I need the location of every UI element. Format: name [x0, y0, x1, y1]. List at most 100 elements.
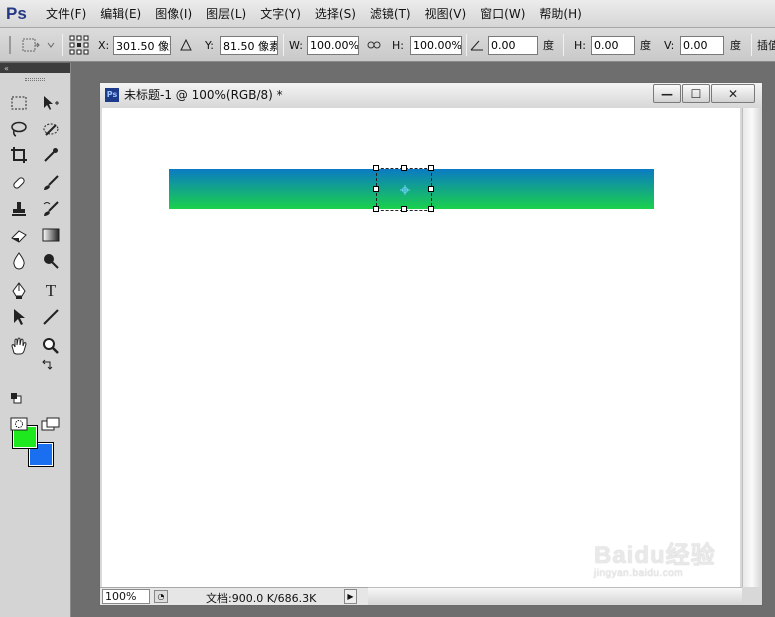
horizontal-skew-label: H: [574, 38, 586, 52]
menu-filter[interactable]: 滤镜(T) [370, 5, 411, 22]
menu-file[interactable]: 文件(F) [46, 5, 86, 22]
separator [62, 34, 63, 56]
baidu-watermark: Baidu经验 jingyan.baidu.com [594, 535, 716, 579]
menu-edit[interactable]: 编辑(E) [100, 5, 141, 22]
close-button[interactable]: ✕ [711, 84, 755, 103]
separator [751, 34, 752, 56]
separator [283, 34, 284, 56]
y-position-field[interactable]: 81.50 像素 [220, 36, 278, 55]
spot-healing-tool[interactable] [8, 172, 30, 194]
transform-handle-right[interactable] [428, 186, 434, 192]
transform-handle-bottom-right[interactable] [428, 206, 434, 212]
menu-select[interactable]: 选择(S) [315, 5, 356, 22]
toolbox-grip[interactable] [0, 73, 70, 85]
clone-stamp-tool[interactable] [8, 198, 30, 220]
minimize-button[interactable]: — [653, 84, 681, 103]
horizontal-skew-field[interactable]: 0.00 [591, 36, 635, 55]
link-aspect-button[interactable] [367, 28, 381, 62]
zoom-level-field[interactable]: 100% [102, 589, 150, 604]
type-t-icon: T [45, 281, 57, 300]
zoom-tool[interactable] [40, 335, 62, 357]
status-menu-icon[interactable]: ◔ [154, 590, 168, 603]
move-tool[interactable] [40, 92, 62, 114]
horizontal-scrollbar[interactable] [368, 587, 742, 604]
swap-arrows-icon [42, 359, 53, 370]
pen-tool[interactable] [8, 280, 30, 302]
separator [466, 34, 467, 56]
menu-layer[interactable]: 图层(L) [206, 5, 246, 22]
transform-handle-bottom[interactable] [401, 206, 407, 212]
line-icon [43, 309, 59, 325]
reference-point-grid-icon [69, 35, 89, 55]
hand-icon [11, 337, 27, 355]
droplet-icon [13, 252, 25, 270]
vertical-skew-field[interactable]: 0.00 [680, 36, 724, 55]
swap-colors-button[interactable] [40, 358, 54, 372]
grip-handle[interactable] [8, 28, 12, 62]
line-tool[interactable] [40, 306, 62, 328]
default-colors-button[interactable] [9, 391, 23, 405]
vertical-skew-label: V: [664, 38, 675, 52]
rectangular-marquee-tool[interactable] [8, 92, 30, 114]
lasso-tool[interactable] [8, 118, 30, 140]
type-tool[interactable]: T [40, 280, 62, 302]
y-label: Y: [205, 38, 214, 52]
transform-handle-bottom-left[interactable] [373, 206, 379, 212]
maximize-button[interactable]: ☐ [682, 84, 710, 103]
rotate-angle-field[interactable]: 0.00 [488, 36, 538, 55]
eyedropper-icon [44, 148, 58, 162]
delta-icon [180, 39, 192, 51]
document-title: 未标题-1 @ 100%(RGB/8) * [124, 88, 283, 102]
document-size-info: 文档:900.0 K/686.3K [206, 592, 317, 605]
height-scale-field[interactable]: 100.00% [410, 36, 462, 55]
eyedropper-tool[interactable] [40, 144, 62, 166]
free-transform-box[interactable] [373, 165, 434, 212]
vertical-scrollbar[interactable] [742, 108, 761, 587]
marquee-icon [11, 96, 27, 110]
blur-tool[interactable] [8, 250, 30, 272]
transform-handle-top-left[interactable] [373, 165, 379, 171]
relative-position-toggle[interactable] [180, 28, 192, 62]
menu-window[interactable]: 窗口(W) [480, 5, 525, 22]
gradient-tool[interactable] [40, 224, 62, 246]
path-selection-tool[interactable] [8, 306, 30, 328]
interpolation-label[interactable]: 插值 [757, 37, 775, 53]
screen-mode-button[interactable] [40, 413, 62, 435]
pen-icon [12, 282, 26, 299]
status-bar: 100% ◔ 文档:900.0 K/686.3K ▶ [100, 587, 368, 605]
lasso-icon [11, 121, 27, 137]
dodge-tool[interactable] [40, 250, 62, 272]
tool-preset-picker[interactable] [20, 28, 56, 62]
menu-image[interactable]: 图像(I) [155, 5, 192, 22]
hand-tool[interactable] [8, 335, 30, 357]
brush-tool[interactable] [40, 172, 62, 194]
history-brush-tool[interactable] [40, 198, 62, 220]
options-bar: X: 301.50 像素 Y: 81.50 像素 W: 100.00% H: 1… [0, 28, 775, 62]
path-selection-icon [14, 309, 25, 325]
menu-type[interactable]: 文字(Y) [260, 5, 301, 22]
toolbox-collapse-button[interactable]: « [0, 63, 70, 73]
transform-handle-left[interactable] [373, 186, 379, 192]
transform-handle-top[interactable] [401, 165, 407, 171]
status-expand-arrow-icon[interactable]: ▶ [344, 589, 357, 604]
x-position-field[interactable]: 301.50 像素 [113, 36, 171, 55]
minimize-icon: — [661, 86, 673, 101]
height-label: H: [392, 38, 404, 52]
crop-tool[interactable] [8, 144, 30, 166]
angle-unit: 度 [543, 39, 554, 52]
vskew-unit: 度 [730, 39, 741, 52]
x-label: X: [98, 38, 110, 52]
eraser-tool[interactable] [8, 224, 30, 246]
separator [563, 34, 564, 56]
menu-help[interactable]: 帮助(H) [539, 5, 581, 22]
quick-selection-tool[interactable] [40, 118, 62, 140]
quick-mask-button[interactable] [8, 413, 30, 435]
canvas[interactable] [102, 108, 740, 587]
reference-point-locator[interactable] [68, 28, 90, 62]
document-title-bar[interactable]: Ps 未标题-1 @ 100%(RGB/8) * — ☐ ✕ [100, 83, 762, 106]
width-scale-field[interactable]: 100.00% [307, 36, 359, 55]
menu-view[interactable]: 视图(V) [425, 5, 467, 22]
transform-handle-top-right[interactable] [428, 165, 434, 171]
transform-center-icon[interactable] [400, 185, 410, 195]
gradient-icon [42, 228, 60, 242]
